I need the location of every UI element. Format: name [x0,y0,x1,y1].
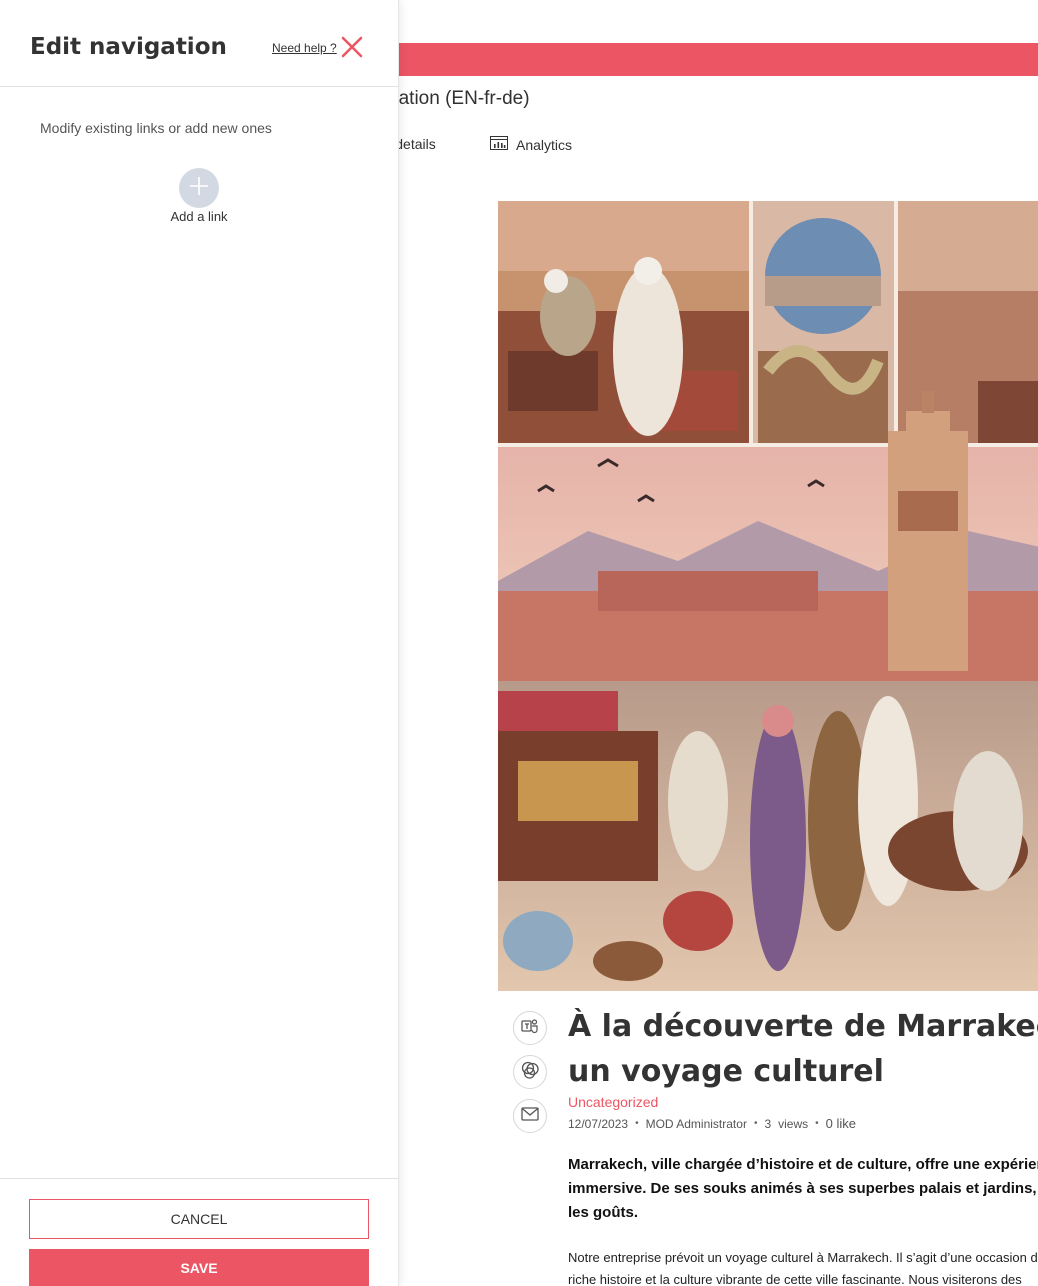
plus-icon [188,175,210,202]
article-body: Notre entreprise prévoit un voyage cultu… [568,1250,1038,1286]
panel-header-divider [0,86,399,87]
article-likes[interactable]: 0 like [826,1116,856,1131]
article-views-count: 3 [764,1116,772,1131]
hero-image [498,201,1038,991]
article-lead: Marrakech, ville chargée d’histoire et d… [568,1156,1038,1221]
share-mail-button[interactable] [513,1099,547,1133]
article-date: 12/07/2023 [568,1116,629,1131]
yammer-icon [520,1060,540,1085]
share-yammer-button[interactable] [513,1055,547,1089]
close-icon [340,36,364,63]
article-category[interactable]: Uncategorized [568,1094,658,1110]
article-meta: 12/07/2023 • MOD Administrator • 3 views… [568,1116,856,1131]
share-teams-button[interactable] [513,1011,547,1045]
separator-dot: • [753,1118,758,1129]
add-link-label: Add a link [170,209,228,224]
analytics-label: Analytics [516,136,573,153]
panel-title: Edit navigation [30,34,227,60]
analytics-icon [490,136,508,153]
analytics-button[interactable]: Analytics [490,136,572,153]
teams-icon [521,1018,539,1039]
cancel-button[interactable]: CANCEL [29,1199,369,1239]
close-button[interactable] [340,35,364,59]
edit-navigation-panel: Edit navigation Need help ? Modify exist… [0,0,399,1286]
mail-icon [521,1106,539,1126]
separator-dot: • [635,1118,639,1129]
add-link-button[interactable]: Add a link [160,168,238,224]
panel-description: Modify existing links or add new ones [40,120,272,136]
save-button[interactable]: SAVE [29,1249,369,1286]
add-circle [179,168,219,208]
separator-dot: • [815,1118,819,1129]
panel-footer-divider [0,1178,399,1179]
article-title: À la découverte de Marrakech : un voyage… [568,1009,1038,1089]
article-author: MOD Administrator [645,1116,747,1131]
article-views-label: views [778,1116,809,1131]
need-help-link[interactable]: Need help ? [272,41,337,55]
